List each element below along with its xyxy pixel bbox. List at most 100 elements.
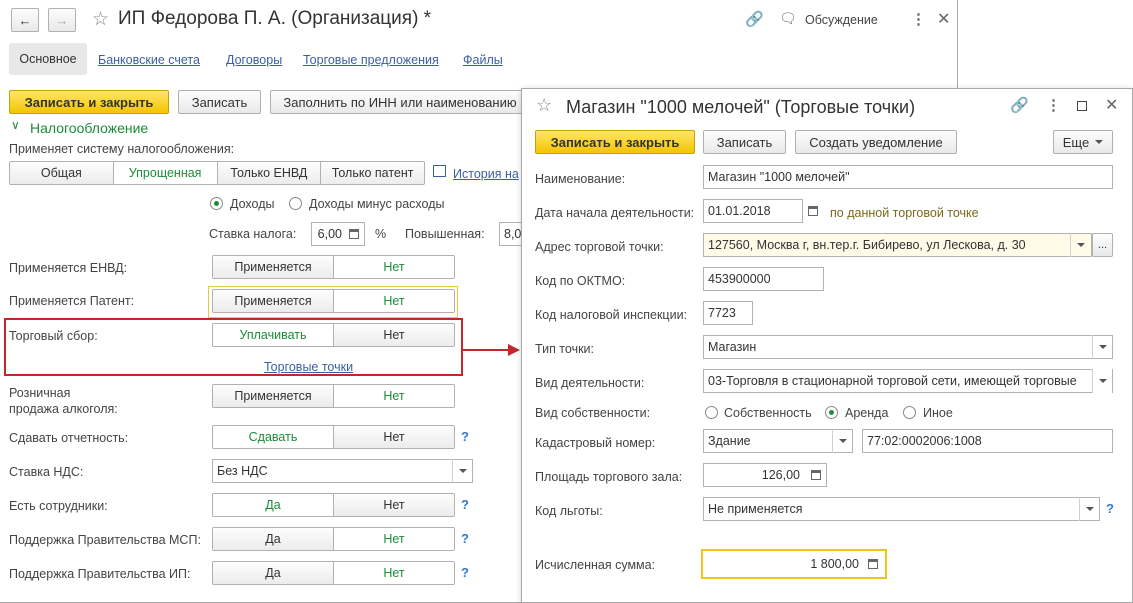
more-menu-icon[interactable]: ⋮ [1046, 96, 1061, 114]
point-type-select[interactable]: Магазин [703, 335, 1113, 359]
envd-option-no[interactable]: Нет [334, 256, 454, 278]
point-type-dropdown-button[interactable] [1092, 335, 1112, 359]
more-button[interactable]: Еще [1053, 130, 1113, 154]
tax-system-general[interactable]: Общая [10, 162, 114, 184]
reporting-toggle: Сдавать Нет [212, 425, 455, 449]
name-value: Магазин "1000 мелочей" [708, 170, 850, 184]
benefit-select[interactable]: Не применяется [703, 497, 1100, 521]
area-calc-button[interactable] [806, 463, 826, 487]
cadastral-type-dropdown-button[interactable] [832, 429, 852, 453]
gov-support-msp-help-icon[interactable]: ? [461, 531, 469, 546]
collapse-chevron-icon[interactable]: ∨ [11, 118, 20, 132]
save-close-button[interactable]: Записать и закрыть [9, 90, 169, 114]
income-radio-label: Доходы [230, 197, 275, 211]
more-menu-icon[interactable]: ⋮ [911, 10, 926, 28]
ownership-other-radio[interactable] [903, 406, 916, 419]
dialog-save-close-button[interactable]: Записать и закрыть [535, 130, 695, 154]
tab-trade-offers[interactable]: Торговые предложения [303, 53, 439, 67]
patent-option-no[interactable]: Нет [334, 290, 454, 312]
address-input[interactable]: 127560, Москва г, вн.тер.г. Бибирево, ул… [703, 233, 1092, 257]
reporting-help-icon[interactable]: ? [461, 429, 469, 444]
sum-input[interactable]: 1 800,00 [701, 549, 887, 579]
tax-rate-calc-button[interactable] [344, 222, 364, 246]
income-radio[interactable] [210, 197, 223, 210]
discussion-link[interactable]: Обсуждение [805, 13, 878, 27]
activity-dropdown-button[interactable] [1092, 369, 1112, 393]
gov-support-ip-option-no[interactable]: Нет [334, 562, 454, 584]
link-icon[interactable]: 🔗 [745, 10, 764, 28]
highlight-arrow [462, 344, 520, 356]
chevron-down-icon [1095, 140, 1104, 144]
vat-select[interactable]: Без НДС [212, 459, 473, 483]
address-select-button[interactable]: ... [1092, 233, 1113, 257]
start-date-input[interactable]: 01.01.2018 [703, 199, 803, 223]
envd-option-apply[interactable]: Применяется [213, 256, 334, 278]
cadastral-number-input[interactable]: 77:02:0002006:1008 [862, 429, 1113, 453]
vat-dropdown-button[interactable] [452, 459, 472, 483]
employees-help-icon[interactable]: ? [461, 497, 469, 512]
gov-support-ip-help-icon[interactable]: ? [461, 565, 469, 580]
patent-label: Применяется Патент: [9, 294, 135, 308]
ownership-other-label: Иное [923, 406, 953, 420]
alcohol-option-apply[interactable]: Применяется [213, 385, 334, 407]
chevron-down-icon [1085, 507, 1094, 511]
history-link[interactable]: История на [453, 167, 519, 181]
name-input[interactable]: Магазин "1000 мелочей" [703, 165, 1113, 189]
employees-option-no[interactable]: Нет [334, 494, 454, 516]
back-button[interactable]: ← [11, 8, 39, 32]
employees-option-yes[interactable]: Да [213, 494, 334, 516]
address-value: 127560, Москва г, вн.тер.г. Бибирево, ул… [708, 238, 1026, 252]
benefit-help-icon[interactable]: ? [1106, 501, 1114, 516]
close-icon[interactable]: ✕ [937, 9, 950, 29]
start-date-value: 01.01.2018 [708, 204, 771, 218]
link-icon[interactable]: 🔗 [1010, 96, 1029, 114]
fill-by-inn-button[interactable]: Заполнить по ИНН или наименованию [270, 90, 530, 114]
tax-system-envd[interactable]: Только ЕНВД [217, 162, 322, 184]
start-date-note: по данной торговой точке [830, 206, 979, 220]
maximize-icon[interactable] [1077, 101, 1087, 111]
tax-system-simplified[interactable]: Упрощенная [113, 162, 218, 184]
tax-section-title[interactable]: Налогообложение [30, 120, 148, 136]
oktmo-input[interactable]: 453900000 [703, 267, 824, 291]
create-notification-button[interactable]: Создать уведомление [795, 130, 957, 154]
benefit-value: Не применяется [708, 502, 803, 516]
start-date-label: Дата начала деятельности: [535, 206, 695, 220]
address-dropdown-button[interactable] [1070, 233, 1090, 257]
tab-main[interactable]: Основное [9, 43, 87, 75]
dialog-save-button[interactable]: Записать [703, 130, 786, 154]
vat-label: Ставка НДС: [9, 465, 84, 479]
save-button[interactable]: Записать [178, 90, 261, 114]
gov-support-msp-option-yes[interactable]: Да [213, 528, 334, 550]
reporting-option-no[interactable]: Нет [334, 426, 454, 448]
name-label: Наименование: [535, 172, 626, 186]
forward-button[interactable]: → [48, 8, 76, 32]
benefit-label: Код льготы: [535, 504, 603, 518]
reporting-option-submit[interactable]: Сдавать [213, 426, 334, 448]
sum-calc-button[interactable] [863, 552, 883, 576]
star-icon[interactable]: ☆ [92, 8, 109, 31]
activity-select[interactable]: 03-Торговля в стационарной торговой сети… [703, 369, 1113, 393]
tax-rate-value: 6,00 [317, 227, 342, 241]
tax-office-input[interactable]: 7723 [703, 301, 753, 325]
tax-system-patent[interactable]: Только патент [321, 162, 424, 184]
tab-files[interactable]: Файлы [463, 53, 503, 67]
tab-bank-accounts[interactable]: Банковские счета [98, 53, 200, 67]
oktmo-value: 453900000 [708, 272, 771, 286]
tab-contracts[interactable]: Договоры [226, 53, 282, 67]
chevron-down-icon [1098, 379, 1107, 383]
alcohol-option-no[interactable]: Нет [334, 385, 454, 407]
close-icon[interactable]: ✕ [1105, 95, 1118, 115]
calendar-icon [808, 206, 818, 216]
ownership-own-radio[interactable] [705, 406, 718, 419]
gov-support-msp-option-no[interactable]: Нет [334, 528, 454, 550]
cadastral-type-select[interactable]: Здание [703, 429, 853, 453]
ownership-rent-radio[interactable] [825, 406, 838, 419]
income-minus-radio[interactable] [289, 197, 302, 210]
start-date-calendar-button[interactable] [803, 199, 823, 223]
star-icon[interactable]: ☆ [536, 95, 552, 116]
gov-support-ip-option-yes[interactable]: Да [213, 562, 334, 584]
chevron-down-icon [1098, 345, 1107, 349]
benefit-dropdown-button[interactable] [1079, 497, 1099, 521]
patent-option-apply[interactable]: Применяется [213, 290, 334, 312]
discussion-icon[interactable]: 🗨 [779, 10, 797, 27]
